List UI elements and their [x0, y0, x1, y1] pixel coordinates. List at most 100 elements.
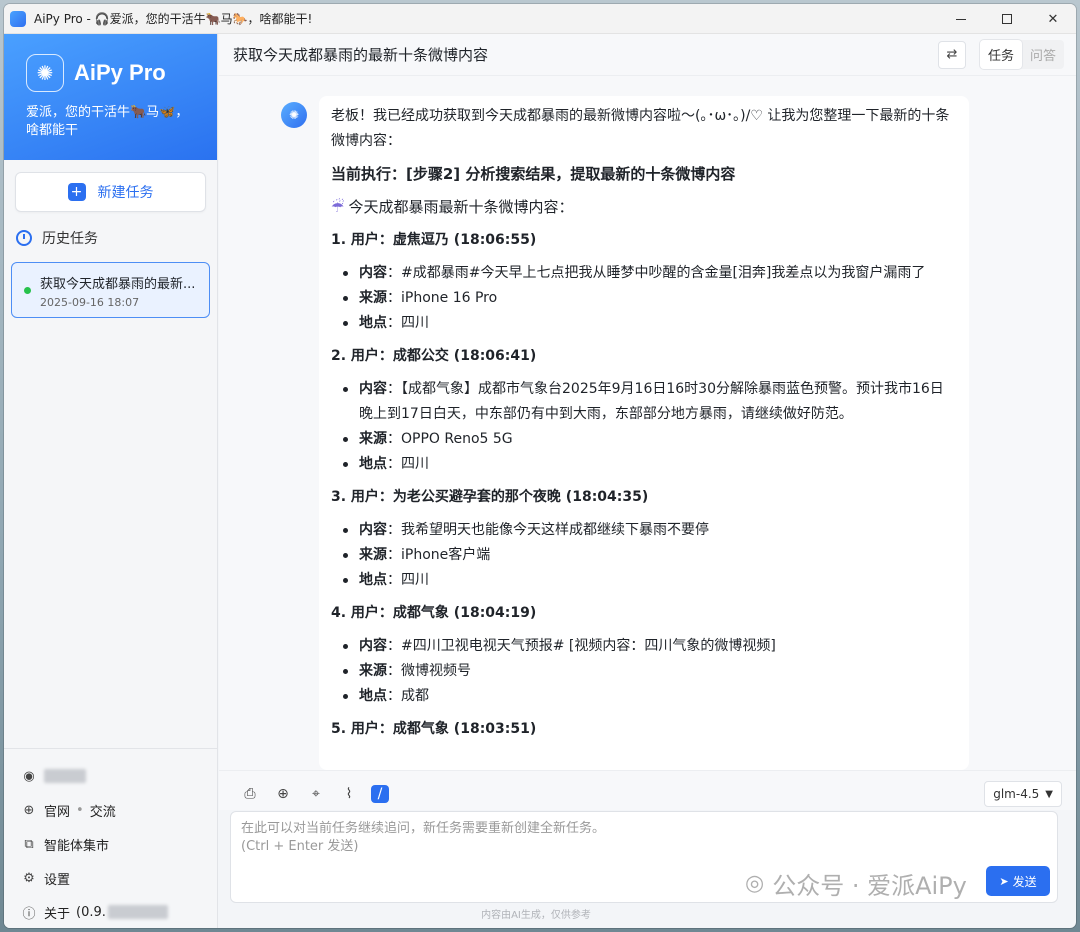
- entry-content: 内容：#四川卫视电视天气预报# [视频内容：四川气象的微博视频]: [331, 634, 957, 659]
- community-link[interactable]: 交流: [90, 801, 116, 820]
- tool-active-icon[interactable]: /: [371, 785, 389, 803]
- input-placeholder-line2: (Ctrl + Enter 发送): [241, 839, 359, 854]
- new-task-button[interactable]: + 新建任务: [15, 172, 206, 212]
- composer-toolbar: ⎙ ⊕ ⌖ ⌇ / glm-4.5 ▼: [219, 770, 1076, 810]
- field-value: #四川卫视电视天气预报# [视频内容：四川气象的微博视频]: [401, 638, 776, 654]
- message-intro: 老板！我已经成功获取到今天成都暴雨的最新微博内容啦～(｡･ω･｡)/♡ 让我为您…: [331, 108, 950, 149]
- field-label: 地点: [359, 456, 387, 472]
- field-label: 地点: [359, 315, 387, 331]
- field-label: 来源: [359, 547, 387, 563]
- switch-button[interactable]: ⇄: [937, 40, 966, 69]
- entry-fields: 内容：#四川卫视电视天气预报# [视频内容：四川气象的微博视频] 来源：微博视频号…: [331, 634, 957, 709]
- field-value: 我希望明天也能像今天这样成都继续下暴雨不要停: [401, 522, 709, 538]
- field-separator: ：: [387, 547, 401, 563]
- model-select[interactable]: glm-4.5 ▼: [984, 781, 1062, 807]
- entry-fields: 内容：我希望明天也能像今天这样成都继续下暴雨不要停 来源：iPhone客户端 地点：…: [331, 518, 957, 593]
- send-label: 发送: [1012, 874, 1037, 889]
- brand-panel: ✺ AiPy Pro 爱派，您的干活牛🐂马🦋，啥都能干: [4, 34, 217, 160]
- attachment-icon[interactable]: ⌇: [338, 783, 360, 805]
- agent-market-link[interactable]: ⧉ 智能体集市: [4, 827, 217, 861]
- entry-content: 内容：我希望明天也能像今天这样成都继续下暴雨不要停: [331, 518, 957, 543]
- tab-task[interactable]: 任务: [979, 40, 1022, 69]
- entry-heading: 1. 用户：虚焦逗乃 (18:06:55): [331, 232, 537, 248]
- entry-fields: 内容：#成都暴雨#今天早上七点把我从睡梦中吵醒的含金量[泪奔]我差点以为我窗户漏…: [331, 261, 957, 336]
- current-step: 当前执行：[步骤2] 分析搜索结果，提取最新的十条微博内容: [331, 165, 736, 183]
- separator-dot: •: [76, 802, 84, 818]
- entry-heading: 4. 用户：成都气象 (18:04:19): [331, 605, 537, 621]
- brand-slogan: 爱派，您的干活牛🐂马🦋，啥都能干: [26, 105, 189, 138]
- history-section-header: 历史任务: [16, 228, 217, 248]
- settings-link[interactable]: ⚙ 设置: [4, 861, 217, 895]
- field-value: 【成都气象】成都市气象台2025年9月16日16时30分解除暴雨蓝色预警。预计我…: [359, 381, 944, 422]
- maximize-button[interactable]: [984, 4, 1030, 34]
- new-task-label: 新建任务: [97, 185, 154, 201]
- user-icon: ◉: [23, 768, 35, 784]
- field-value: #成都暴雨#今天早上七点把我从睡梦中吵醒的含金量[泪奔]我差点以为我窗户漏雨了: [401, 265, 926, 281]
- field-value: 成都: [401, 688, 429, 704]
- weibo-entry: 1. 用户：虚焦逗乃 (18:06:55) 内容：#成都暴雨#今天早上七点把我从睡…: [331, 228, 957, 336]
- entry-location: 地点：成都: [331, 684, 957, 709]
- sidebar-footer: ◉ ⊕ 官网 • 交流 ⧉ 智能体集市 ⚙ 设置 ⓘ 关于 (0.9.: [4, 748, 217, 928]
- bot-avatar-icon: ✺: [281, 102, 307, 128]
- weibo-entry: 5. 用户：成都气象 (18:03:51): [331, 717, 957, 742]
- minimize-icon: [956, 18, 966, 20]
- history-item[interactable]: 获取今天成都暴雨的最新... 2025-09-16 18:07: [11, 262, 210, 318]
- field-label: 来源: [359, 431, 387, 447]
- field-separator: ：: [387, 315, 401, 331]
- web-globe-icon[interactable]: ⊕: [272, 783, 294, 805]
- entry-heading: 5. 用户：成都气象 (18:03:51): [331, 721, 537, 737]
- tab-qa[interactable]: 问答: [1022, 40, 1064, 69]
- field-separator: ：: [387, 431, 401, 447]
- send-button[interactable]: ➤ 发送: [986, 866, 1050, 896]
- weibo-entry: 3. 用户：为老公买避孕套的那个夜晚 (18:04:35) 内容：我希望明天也能像…: [331, 485, 957, 593]
- field-value: 微博视频号: [401, 663, 471, 679]
- official-site-link[interactable]: 官网: [44, 801, 70, 820]
- weibo-entries: 1. 用户：虚焦逗乃 (18:06:55) 内容：#成都暴雨#今天早上七点把我从睡…: [331, 228, 957, 742]
- field-label: 地点: [359, 572, 387, 588]
- field-value: OPPO Reno5 5G: [401, 431, 513, 447]
- field-separator: ：: [387, 522, 401, 538]
- mode-toggle: 任务 问答: [979, 40, 1064, 69]
- user-account[interactable]: ◉: [4, 759, 217, 793]
- maximize-icon: [1002, 14, 1012, 24]
- entry-heading: 2. 用户：成都公交 (18:06:41): [331, 348, 537, 364]
- file-upload-icon[interactable]: ⎙: [239, 783, 261, 805]
- field-separator: ：: [387, 265, 401, 281]
- field-separator: ：: [387, 381, 401, 397]
- location-pin-icon[interactable]: ⌖: [305, 783, 327, 805]
- window-controls: ✕: [938, 4, 1076, 34]
- watermark: ◎ 公众号 · 爱派AiPy: [745, 866, 967, 901]
- entry-heading: 3. 用户：为老公买避孕套的那个夜晚 (18:04:35): [331, 489, 649, 505]
- input-placeholder-line1: 在此可以对当前任务继续追问，新任务需要重新创建全新任务。: [241, 821, 606, 836]
- field-separator: ：: [387, 572, 401, 588]
- wechat-icon: ◎: [745, 871, 765, 896]
- history-item-time: 2025-09-16 18:07: [40, 296, 140, 309]
- field-value: 四川: [401, 572, 429, 588]
- entry-location: 地点：四川: [331, 568, 957, 593]
- model-name: glm-4.5: [993, 787, 1040, 801]
- gear-icon: ⚙: [23, 870, 35, 886]
- official-links: ⊕ 官网 • 交流: [4, 793, 217, 827]
- weibo-entry: 4. 用户：成都气象 (18:04:19) 内容：#四川卫视电视天气预报# [视频…: [331, 601, 957, 709]
- field-value: iPhone客户端: [401, 547, 491, 563]
- octopus-logo-icon: ✺: [26, 54, 64, 92]
- redacted-username: [44, 769, 86, 783]
- subtitle-text: 今天成都暴雨最新十条微博内容：: [348, 198, 574, 216]
- app-window: AiPy Pro - 🎧爱派，您的干活牛🐂马🐎，啥都能干! ✕ ✺ AiPy P…: [4, 4, 1076, 928]
- entry-source: 来源：OPPO Reno5 5G: [331, 427, 957, 452]
- new-task-icon: +: [67, 183, 86, 201]
- brand-name: AiPy Pro: [74, 60, 166, 85]
- field-value: 四川: [401, 456, 429, 472]
- conversation-header: 获取今天成都暴雨的最新十条微博内容 ⇄ 任务 问答: [219, 34, 1076, 76]
- entry-location: 地点：四川: [331, 311, 957, 336]
- field-label: 内容: [359, 638, 387, 654]
- ai-disclaimer: 内容由AI生成，仅供参考: [481, 910, 591, 921]
- close-button[interactable]: ✕: [1030, 4, 1076, 34]
- agent-market-label: 智能体集市: [44, 838, 110, 854]
- minimize-button[interactable]: [938, 4, 984, 34]
- agent-market-icon: ⧉: [24, 836, 34, 852]
- field-label: 内容: [359, 265, 387, 281]
- watermark-text: 公众号 · 爱派AiPy: [772, 872, 967, 900]
- entry-fields: 内容：【成都气象】成都市气象台2025年9月16日16时30分解除暴雨蓝色预警。…: [331, 377, 957, 477]
- field-separator: ：: [387, 638, 401, 654]
